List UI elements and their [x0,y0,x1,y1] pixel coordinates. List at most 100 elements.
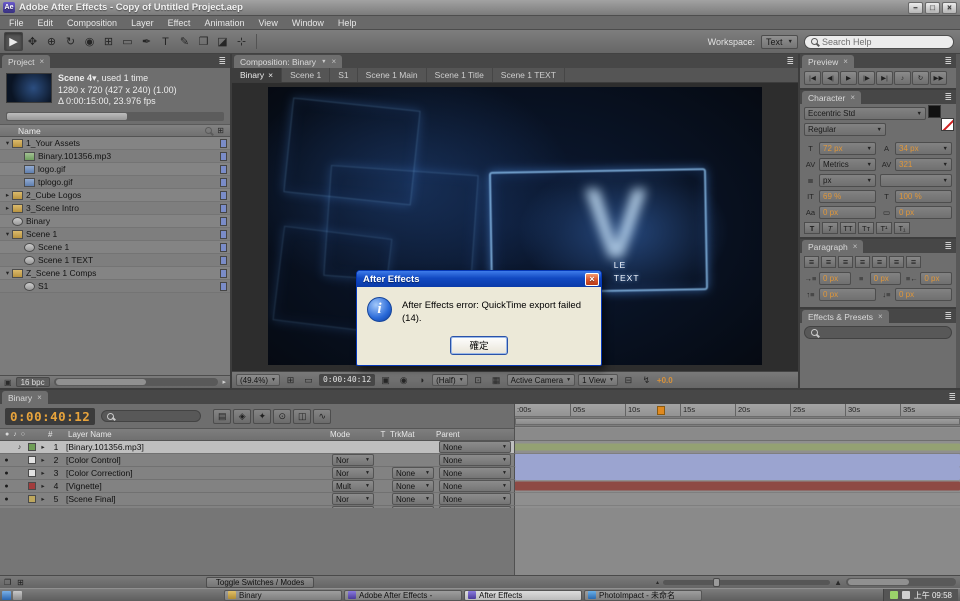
mask-visibility-icon[interactable]: ▭ [301,374,316,387]
comp-tab-s1[interactable]: S1 [330,68,357,82]
region-of-interest-icon[interactable]: ⊡ [471,374,486,387]
visibility-eye-icon[interactable]: ● [0,470,13,477]
taskbar-item-photoimpact[interactable]: PhotoImpact - 未命名 [584,590,702,601]
menu-window[interactable]: Window [285,18,331,28]
live-update-icon[interactable]: ◈ [233,409,251,424]
layer-name[interactable]: [Color Correction] [64,468,330,478]
horizontal-scale-field[interactable]: 100 % [895,190,952,203]
timeline-hscrollbar[interactable] [846,578,956,586]
layer-label-color[interactable] [28,495,36,503]
snapshot-icon[interactable]: ▣ [378,374,393,387]
layer-duration-track[interactable] [514,454,960,467]
comp-tab-scene-1-text[interactable]: Scene 1 TEXT [493,68,565,82]
label-color-chip[interactable] [220,230,227,239]
close-button[interactable]: × [942,2,957,14]
previous-frame-button[interactable]: ◀| [822,71,839,85]
composition-mini-flowchart-icon[interactable]: ▤ [213,409,231,424]
layer-duration-bar[interactable] [515,467,960,480]
tab-paragraph[interactable]: Paragraph× [802,240,863,253]
parent-dropdown[interactable]: None▼ [439,480,511,492]
indent-right-field[interactable]: 0 px [920,272,952,285]
label-color-chip[interactable] [220,191,227,200]
layer-row[interactable]: ●▸3[Color Correction]Nor▼None▼None▼ [0,467,514,480]
tab-composition-binary[interactable]: Composition: Binary ▼ × [234,55,342,68]
taskbar-item-adobe-after-effects[interactable]: Adobe After Effects - [344,590,462,601]
align-center-button[interactable]: ≡ [821,256,836,268]
tray-icon[interactable] [890,591,898,599]
panel-menu-icon[interactable]: ≣ [218,56,226,67]
label-color-chip[interactable] [220,204,227,213]
vertical-scale-field[interactable]: 69 % [819,190,876,203]
justify-all-button[interactable]: ≡ [906,256,921,268]
label-color-chip[interactable] [220,165,227,174]
pixel-aspect-correction-icon[interactable]: ⊟ [621,374,636,387]
next-frame-button[interactable]: |▶ [858,71,875,85]
layer-duration-track[interactable] [514,480,960,493]
search-help-input[interactable]: Search Help [804,35,954,49]
scrollbar-thumb[interactable] [7,113,127,120]
label-color-chip[interactable] [220,282,227,291]
tab-effects-presets[interactable]: Effects & Presets× [802,310,889,323]
collapse-icon[interactable]: ▾ [3,269,12,277]
scroll-right-icon[interactable]: ▸ [222,378,226,386]
layer-expand-icon[interactable]: ▸ [38,469,48,477]
layer-name[interactable]: [Binary.101356.mp3] [64,442,330,452]
label-color-chip[interactable] [220,256,227,265]
layer-duration-track[interactable] [514,441,960,454]
hand-tool[interactable]: ✥ [23,32,42,51]
layer-duration-track[interactable] [514,467,960,480]
audio-toggle-button[interactable]: ♪ [894,71,911,85]
dialog-title-bar[interactable]: After Effects × [357,271,601,287]
effects-search-input[interactable] [804,326,952,339]
leading-field[interactable]: 34 px▼ [895,142,952,155]
toggle-switches-modes-button[interactable]: Toggle Switches / Modes [206,577,315,588]
expand-icon[interactable]: ▸ [3,191,12,199]
font-family-dropdown[interactable]: Eccentric Std▼ [804,107,926,120]
baseline-shift-field[interactable]: 0 px [819,206,876,219]
work-area-bar[interactable] [515,417,960,427]
bit-depth-button[interactable]: 16 bpc [16,377,50,387]
font-style-dropdown[interactable]: Regular▼ [804,123,886,136]
project-item[interactable]: tplogo.gif [0,176,230,189]
project-item[interactable]: ▾Z_Scene 1 Comps [0,267,230,280]
menu-help[interactable]: Help [331,18,364,28]
project-list-header[interactable]: Name ⊞ [0,124,230,137]
layer-label-color[interactable] [28,469,36,477]
resolution-dropdown[interactable]: (Half)▼ [432,374,468,386]
space-before-field[interactable]: 0 px [819,288,876,301]
panel-menu-icon[interactable]: ≣ [944,241,952,252]
frame-blending-icon[interactable]: ◫ [293,409,311,424]
expand-icon[interactable]: ▸ [3,204,12,212]
project-item[interactable]: S1 [0,280,230,293]
label-color-chip[interactable] [220,269,227,278]
small-caps-button[interactable]: Tᴛ [858,222,874,234]
workspace-dropdown[interactable]: Text▼ [761,35,798,49]
column-parent[interactable]: Parent [436,430,514,439]
label-color-chip[interactable] [220,217,227,226]
justify-last-left-button[interactable]: ≡ [855,256,870,268]
label-color-chip[interactable] [220,152,227,161]
taskbar-item-after-effects[interactable]: After Effects [464,590,582,601]
layer-duration-bar[interactable] [515,454,960,467]
first-frame-button[interactable]: |◀ [804,71,821,85]
justify-last-right-button[interactable]: ≡ [889,256,904,268]
layer-duration-bar[interactable] [515,482,960,491]
faux-italic-button[interactable]: T [822,222,838,234]
layer-name[interactable]: [Vignette] [64,481,330,491]
panel-menu-icon[interactable]: ≣ [786,56,794,67]
hide-shy-layers-icon[interactable]: ⊙ [273,409,291,424]
minimize-button[interactable]: – [908,2,923,14]
dialog-close-button[interactable]: × [585,273,599,286]
mode-dropdown[interactable]: Nor▼ [332,454,374,466]
expand-transfer-icon[interactable]: ⊞ [17,578,24,587]
camera-dropdown[interactable]: Active Camera▼ [507,374,575,386]
menu-edit[interactable]: Edit [31,18,61,28]
menu-layer[interactable]: Layer [124,18,161,28]
loop-button[interactable]: ↻ [912,71,929,85]
all-caps-button[interactable]: TT [840,222,856,234]
layer-expand-icon[interactable]: ▸ [38,443,48,451]
superscript-button[interactable]: T¹ [876,222,892,234]
quick-launch-icon[interactable] [13,591,22,600]
close-icon[interactable]: × [332,57,337,66]
selection-tool[interactable]: ▶ [4,32,23,51]
